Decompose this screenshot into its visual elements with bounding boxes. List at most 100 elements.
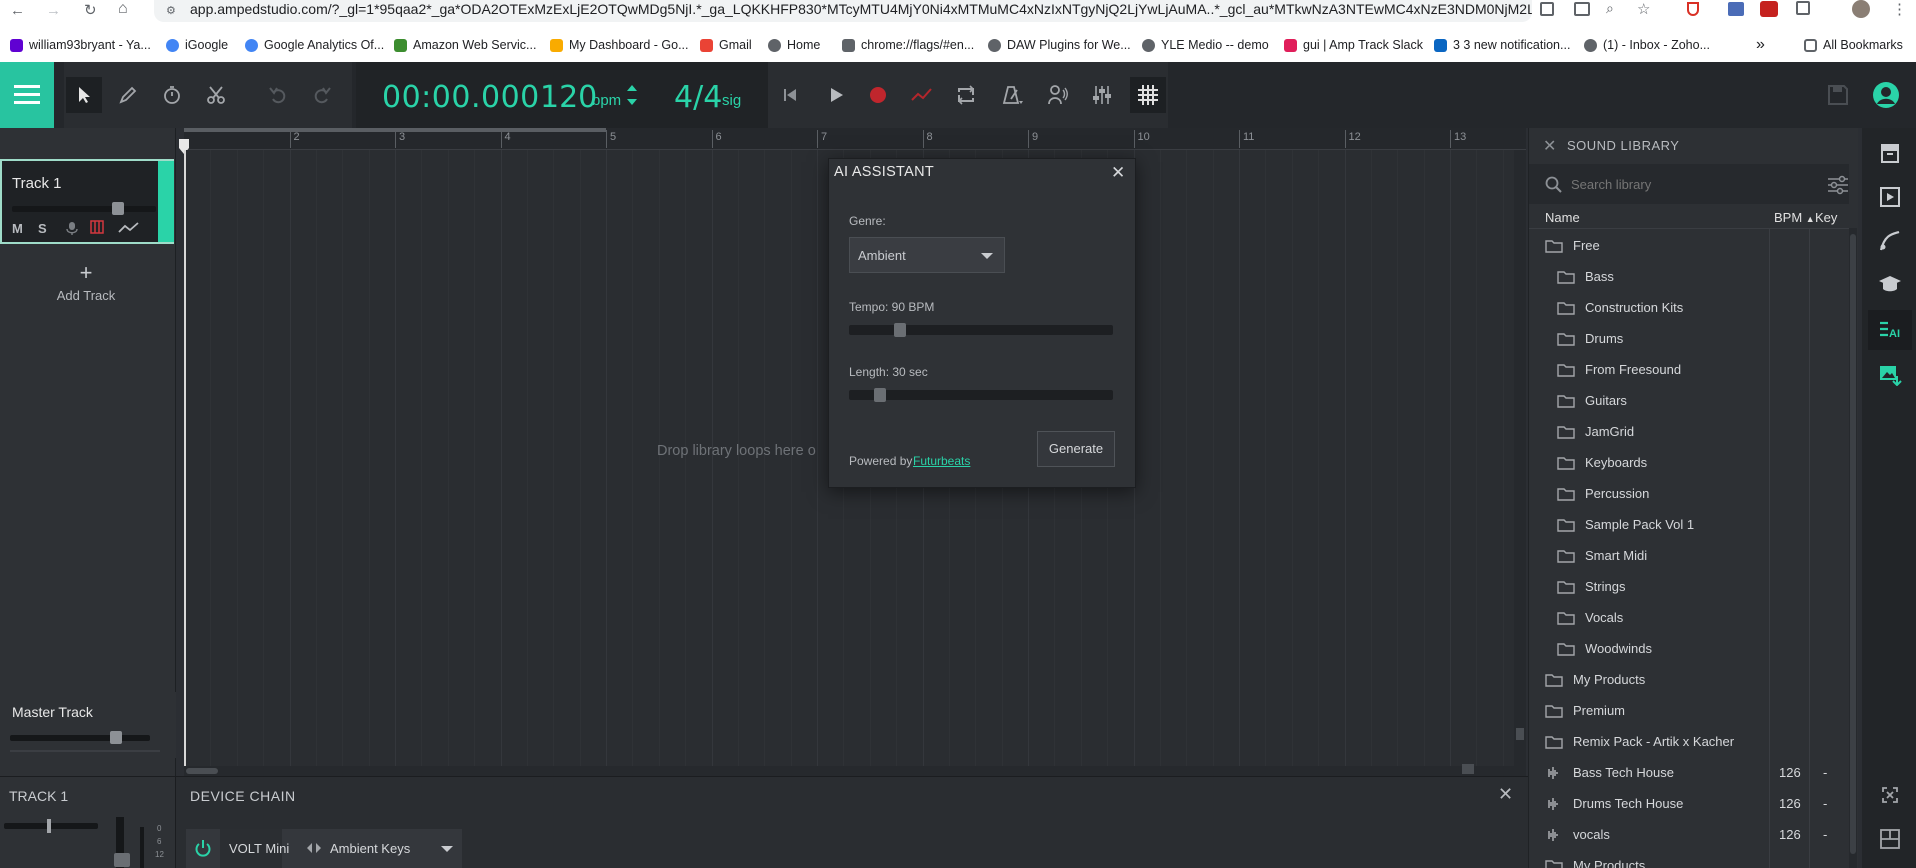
bookmark-item[interactable]: chrome://flags/#en... (842, 36, 974, 54)
bookmark-item[interactable]: 3 3 new notification... (1434, 36, 1570, 54)
extension-red-icon[interactable] (1687, 2, 1699, 16)
library-audio-item[interactable]: vocals 126 - (1529, 819, 1839, 850)
master-volume-slider[interactable] (10, 735, 150, 741)
column-header-name[interactable]: Name (1545, 210, 1580, 225)
library-folder[interactable]: Bass (1529, 261, 1839, 292)
bookmark-star-icon[interactable]: ☆ (1637, 0, 1650, 18)
bookmark-item[interactable]: (1) - Inbox - Zoho... (1584, 36, 1710, 54)
time-signature-value[interactable]: 4/4 (674, 80, 722, 115)
close-library-icon[interactable]: ✕ (1543, 136, 1556, 156)
undo-button[interactable] (260, 77, 296, 113)
ai-assistant-tab[interactable]: AI (1868, 310, 1912, 350)
chrome-menu-icon[interactable]: ⋮ (1892, 0, 1907, 18)
library-folder[interactable]: Strings (1529, 571, 1839, 602)
automation-curve-icon[interactable] (1879, 230, 1901, 252)
site-info-icon[interactable]: ⚙ (166, 2, 176, 20)
library-search-input[interactable] (1571, 172, 1791, 196)
mute-button[interactable]: M (12, 221, 23, 236)
timer-tool-button[interactable] (154, 77, 190, 113)
bookmarks-overflow-button[interactable]: » (1756, 36, 1765, 54)
extension-blue-icon[interactable] (1728, 2, 1744, 16)
library-folder[interactable]: Keyboards (1529, 447, 1839, 478)
loop-button[interactable] (948, 77, 984, 113)
library-folder[interactable]: My Products (1529, 664, 1839, 695)
library-folder[interactable]: Guitars (1529, 385, 1839, 416)
library-folder[interactable]: Vocals (1529, 602, 1839, 633)
bookmark-item[interactable]: william93bryant - Ya... (10, 36, 151, 54)
back-icon[interactable]: ← (10, 2, 25, 19)
library-folder[interactable]: Percussion (1529, 478, 1839, 509)
rewind-button[interactable] (772, 77, 808, 113)
master-track-header[interactable]: Master Track (0, 692, 176, 758)
bookmark-item[interactable]: iGoogle (166, 36, 228, 54)
bookmark-item[interactable]: DAW Plugins for We... (988, 36, 1131, 54)
track-name[interactable]: Track 1 (12, 175, 61, 192)
library-audio-item[interactable]: Drums Tech House 126 - (1529, 788, 1839, 819)
bookmark-item[interactable]: YLE Medio -- demo (1142, 36, 1269, 54)
image-import-icon[interactable] (1878, 364, 1902, 386)
reading-mode-icon[interactable] (1540, 2, 1554, 16)
track-header-track-1[interactable]: Track 1 M S (0, 159, 174, 244)
horizontal-scrollbar[interactable] (184, 766, 1526, 776)
library-folder[interactable]: Sample Pack Vol 1 (1529, 509, 1839, 540)
library-audio-item[interactable]: Bass Tech House 126 - (1529, 757, 1839, 788)
loop-region[interactable] (184, 128, 606, 132)
split-tool-button[interactable] (198, 77, 234, 113)
generate-button[interactable]: Generate (1037, 431, 1115, 467)
horizontal-scroll-thumb[interactable] (186, 768, 218, 774)
redo-button[interactable] (304, 77, 340, 113)
tempo-slider[interactable] (849, 325, 1113, 335)
library-folder[interactable]: JamGrid (1529, 416, 1839, 447)
library-archive-icon[interactable] (1879, 142, 1901, 164)
install-app-icon[interactable] (1574, 2, 1590, 16)
midi-connection-icon[interactable] (1879, 784, 1901, 806)
snap-grid-button[interactable] (1130, 77, 1166, 113)
bookmark-item[interactable]: Amazon Web Servic... (394, 36, 536, 54)
length-slider-handle[interactable] (874, 388, 887, 402)
library-folder[interactable]: My Products (1529, 850, 1839, 868)
zoom-icon[interactable]: ⌕ (1606, 0, 1614, 17)
preset-name[interactable]: Ambient Keys (330, 841, 410, 856)
select-tool-button[interactable] (66, 77, 102, 113)
library-folder[interactable]: Construction Kits (1529, 292, 1839, 323)
zoom-handle[interactable] (1462, 764, 1474, 774)
record-arm-icon[interactable] (66, 221, 78, 235)
bookmark-item[interactable]: gui | Amp Track Slack (1284, 36, 1423, 54)
address-bar[interactable]: ⚙ app.ampedstudio.com/?_gl=1*95qaa2*_ga*… (154, 0, 1532, 22)
library-folder[interactable]: Drums (1529, 323, 1839, 354)
bottom-volume-handle[interactable] (47, 819, 51, 833)
bottom-fader-handle[interactable] (114, 853, 130, 867)
vertical-scroll-thumb[interactable] (1516, 728, 1524, 740)
futurbeats-link[interactable]: Futurbeats (913, 454, 970, 468)
column-header-bpm[interactable]: BPM ▲ (1774, 210, 1815, 225)
device-volt-mini[interactable]: VOLT Mini Ambient Keys (186, 829, 462, 868)
input-monitor-button[interactable] (1040, 77, 1076, 113)
tempo-slider-handle[interactable] (894, 323, 907, 337)
bookmark-item[interactable]: My Dashboard - Go... (550, 36, 689, 54)
bookmark-item[interactable]: Google Analytics Of... (245, 36, 384, 54)
time-display[interactable]: 00:00.000 (382, 80, 540, 115)
tutorial-graduation-cap-icon[interactable] (1878, 274, 1902, 294)
bpm-value[interactable]: 120 (540, 80, 597, 115)
add-track-button[interactable]: + Add Track (0, 262, 172, 310)
extensions-puzzle-icon[interactable] (1796, 1, 1810, 15)
bottom-volume-slider[interactable] (4, 823, 98, 829)
extension-cbs-icon[interactable] (1760, 1, 1778, 17)
home-icon[interactable]: ⌂ (118, 0, 128, 18)
length-slider[interactable] (849, 390, 1113, 400)
play-button[interactable] (818, 77, 854, 113)
close-dialog-icon[interactable]: ✕ (1111, 163, 1125, 183)
chevron-down-icon[interactable] (440, 845, 454, 853)
filter-settings-icon[interactable] (1827, 175, 1849, 195)
track-color-strip[interactable] (158, 161, 174, 242)
close-device-chain-icon[interactable]: ✕ (1498, 784, 1513, 805)
bpm-stepper-icon[interactable] (626, 82, 638, 108)
library-folder[interactable]: From Freesound (1529, 354, 1839, 385)
preset-prev-next-icon[interactable] (306, 841, 322, 855)
main-menu-button[interactable] (0, 62, 54, 128)
record-button[interactable] (860, 77, 896, 113)
track-volume-handle[interactable] (112, 202, 124, 215)
forward-icon[interactable]: → (46, 2, 61, 19)
power-icon[interactable] (194, 839, 212, 857)
reload-icon[interactable]: ↻ (84, 1, 97, 19)
